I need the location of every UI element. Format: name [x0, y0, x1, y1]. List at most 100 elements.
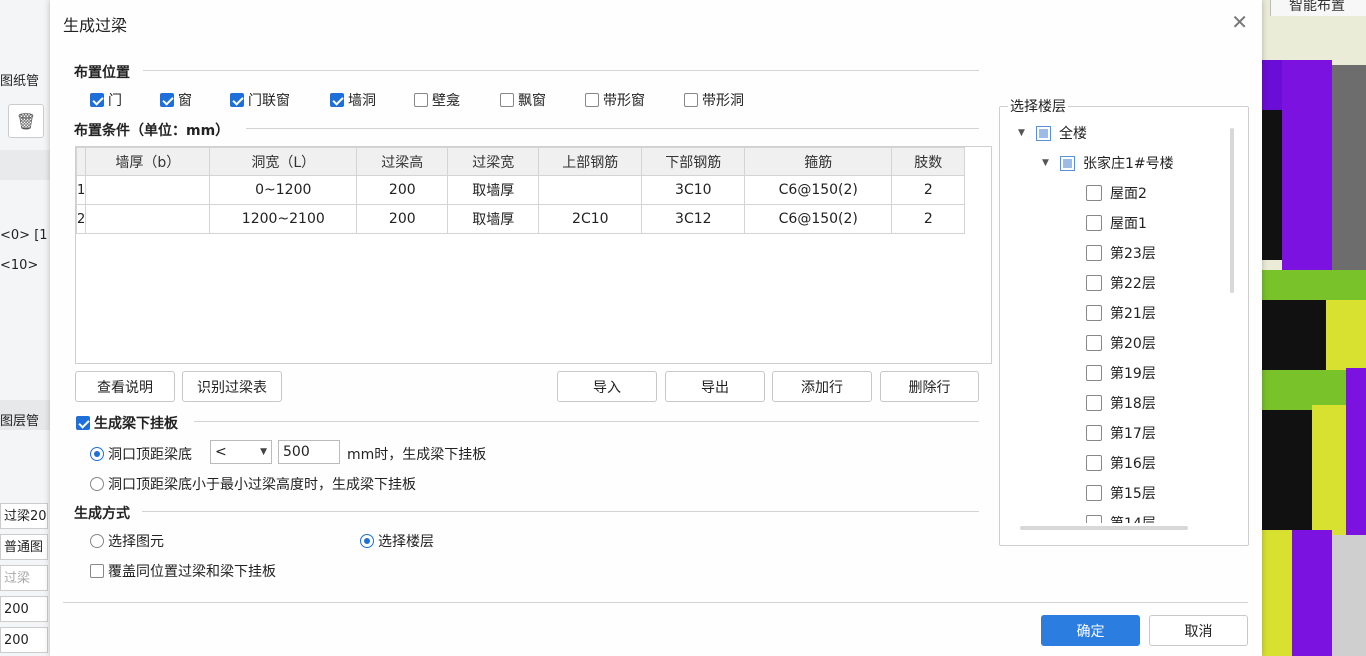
table-cell[interactable]: 200	[356, 175, 449, 205]
checkbox-unchecked-icon[interactable]	[1086, 455, 1102, 471]
tree-item-floor[interactable]: 第22层	[1086, 273, 1156, 293]
column-header: 箍筋	[744, 147, 893, 176]
expand-triangle-icon[interactable]: ▼	[1042, 158, 1052, 168]
placement-checkbox-niche[interactable]: 壁龛	[414, 90, 460, 110]
export-button[interactable]: 导出	[665, 371, 765, 402]
placement-checkbox-window[interactable]: 窗	[160, 90, 192, 110]
table-cell[interactable]: C6@150(2)	[744, 204, 893, 234]
bg-field[interactable]: 200	[0, 596, 48, 622]
checkbox-unchecked-icon[interactable]	[1086, 335, 1102, 351]
identify-lintel-table-button[interactable]: 识别过梁表	[182, 371, 282, 402]
bg-field[interactable]: 200	[0, 627, 48, 653]
bg-field[interactable]: 普通图	[0, 534, 48, 560]
bg-field[interactable]: 过梁20	[0, 503, 48, 529]
table-row[interactable]: 2 1200~2100 200 取墙厚 2C10 3C12 C6@150(2) …	[76, 204, 966, 234]
table-cell[interactable]: 取墙厚	[447, 175, 540, 205]
checkbox-unchecked-icon[interactable]	[1086, 305, 1102, 321]
horizontal-scrollbar[interactable]	[1020, 526, 1188, 530]
table-cell[interactable]	[538, 175, 643, 205]
table-cell[interactable]: C6@150(2)	[744, 175, 893, 205]
tree-item-floor[interactable]: 第14层	[1086, 513, 1156, 523]
placement-checkbox-door-window[interactable]: 门联窗	[230, 90, 290, 110]
partial-check-icon[interactable]	[1060, 155, 1075, 171]
tree-item-floor[interactable]: 第17层	[1086, 423, 1156, 443]
checkbox-unchecked-icon[interactable]	[585, 93, 599, 107]
checkbox-checked-icon[interactable]	[90, 93, 104, 107]
checkbox-unchecked-icon[interactable]	[1086, 185, 1102, 201]
table-cell[interactable]: 2	[891, 175, 966, 205]
operator-select[interactable]: < ▼	[210, 440, 272, 464]
tree-item-floor[interactable]: 第21层	[1086, 303, 1156, 323]
tree-item-floor[interactable]: 第20层	[1086, 333, 1156, 353]
generate-hanging-plate-checkbox[interactable]: 生成梁下挂板	[76, 413, 178, 433]
checkbox-checked-icon[interactable]	[230, 93, 244, 107]
table-cell[interactable]	[85, 175, 211, 205]
table-cell[interactable]: 3C10	[641, 175, 746, 205]
checkbox-unchecked-icon[interactable]	[684, 93, 698, 107]
table-row[interactable]: 1 0~1200 200 取墙厚 3C10 C6@150(2) 2	[76, 175, 966, 205]
view-description-button[interactable]: 查看说明	[75, 371, 175, 402]
tree-item-floor[interactable]: 第15层	[1086, 483, 1156, 503]
tree-item-floor[interactable]: 第16层	[1086, 453, 1156, 473]
checkbox-unchecked-icon[interactable]	[500, 93, 514, 107]
bg-band	[0, 150, 50, 180]
placement-checkbox-bay-window[interactable]: 飘窗	[500, 90, 546, 110]
checkbox-checked-icon[interactable]	[160, 93, 174, 107]
import-button[interactable]: 导入	[557, 371, 657, 402]
vertical-scrollbar[interactable]	[1230, 128, 1234, 293]
tree-item-floor[interactable]: 第19层	[1086, 363, 1156, 383]
table-cell[interactable]: 取墙厚	[447, 204, 540, 234]
checkbox-unchecked-icon[interactable]	[1086, 515, 1102, 523]
ok-button[interactable]: 确定	[1041, 615, 1140, 646]
tree-item-floor[interactable]: 屋面1	[1086, 213, 1147, 233]
table-cell[interactable]: 3C12	[641, 204, 746, 234]
hanging-option-distance-radio[interactable]: 洞口顶距梁底	[90, 444, 192, 464]
delete-row-button[interactable]: 删除行	[880, 371, 979, 402]
placement-checkbox-door[interactable]: 门	[90, 90, 122, 110]
partial-check-icon[interactable]	[1036, 125, 1051, 141]
checkbox-checked-icon[interactable]	[76, 416, 90, 430]
tree-item-floor[interactable]: 第23层	[1086, 243, 1156, 263]
overwrite-checkbox[interactable]: 覆盖同位置过梁和梁下挂板	[90, 561, 276, 581]
distance-input[interactable]: 500	[278, 440, 340, 464]
radio-selected-icon[interactable]	[360, 534, 374, 548]
table-cell[interactable]	[85, 204, 211, 234]
hanging-option-min-height-radio[interactable]: 洞口顶距梁底小于最小过梁高度时，生成梁下挂板	[90, 474, 416, 494]
select-floor-radio[interactable]: 选择楼层	[360, 531, 434, 551]
checkbox-checked-icon[interactable]	[330, 93, 344, 107]
tree-item-building[interactable]: ▼ 张家庄1#号楼	[1042, 153, 1174, 173]
radio-unselected-icon[interactable]	[90, 477, 104, 491]
checkbox-unchecked-icon[interactable]	[1086, 365, 1102, 381]
placement-checkbox-wall-opening[interactable]: 墙洞	[330, 90, 376, 110]
tree-item-floor[interactable]: 屋面2	[1086, 183, 1147, 203]
expand-triangle-icon[interactable]: ▼	[1018, 128, 1028, 138]
placement-checkbox-strip-window[interactable]: 带形窗	[585, 90, 645, 110]
radio-unselected-icon[interactable]	[90, 534, 104, 548]
checkbox-unchecked-icon[interactable]	[1086, 215, 1102, 231]
tree-label: 第14层	[1110, 513, 1156, 523]
radio-selected-icon[interactable]	[90, 447, 104, 461]
lintel-conditions-table[interactable]: 墙厚（b） 洞宽（L） 过梁高 过梁宽 上部钢筋 下部钢筋 箍筋 肢数 1 0~…	[75, 146, 992, 364]
tree-item-floor[interactable]: 第18层	[1086, 393, 1156, 413]
trash-icon[interactable]: 🗑	[8, 104, 44, 138]
close-icon[interactable]: ✕	[1231, 10, 1248, 34]
checkbox-unchecked-icon[interactable]	[1086, 485, 1102, 501]
checkbox-unchecked-icon[interactable]	[1086, 395, 1102, 411]
table-cell[interactable]: 200	[356, 204, 449, 234]
table-cell[interactable]: 1200~2100	[209, 204, 358, 234]
smart-layout-button[interactable]: 智能布置	[1270, 0, 1366, 16]
checkbox-unchecked-icon[interactable]	[1086, 425, 1102, 441]
select-element-radio[interactable]: 选择图元	[90, 531, 164, 551]
table-cell[interactable]: 2	[891, 204, 966, 234]
table-cell[interactable]: 2C10	[538, 204, 643, 234]
bg-field[interactable]: 过梁	[0, 565, 48, 591]
tree-item-all[interactable]: ▼ 全楼	[1018, 123, 1087, 143]
table-cell[interactable]: 0~1200	[209, 175, 358, 205]
checkbox-unchecked-icon[interactable]	[90, 564, 104, 578]
checkbox-unchecked-icon[interactable]	[1086, 275, 1102, 291]
add-row-button[interactable]: 添加行	[772, 371, 872, 402]
checkbox-unchecked-icon[interactable]	[414, 93, 428, 107]
cancel-button[interactable]: 取消	[1149, 615, 1248, 646]
placement-checkbox-strip-opening[interactable]: 带形洞	[684, 90, 744, 110]
checkbox-unchecked-icon[interactable]	[1086, 245, 1102, 261]
